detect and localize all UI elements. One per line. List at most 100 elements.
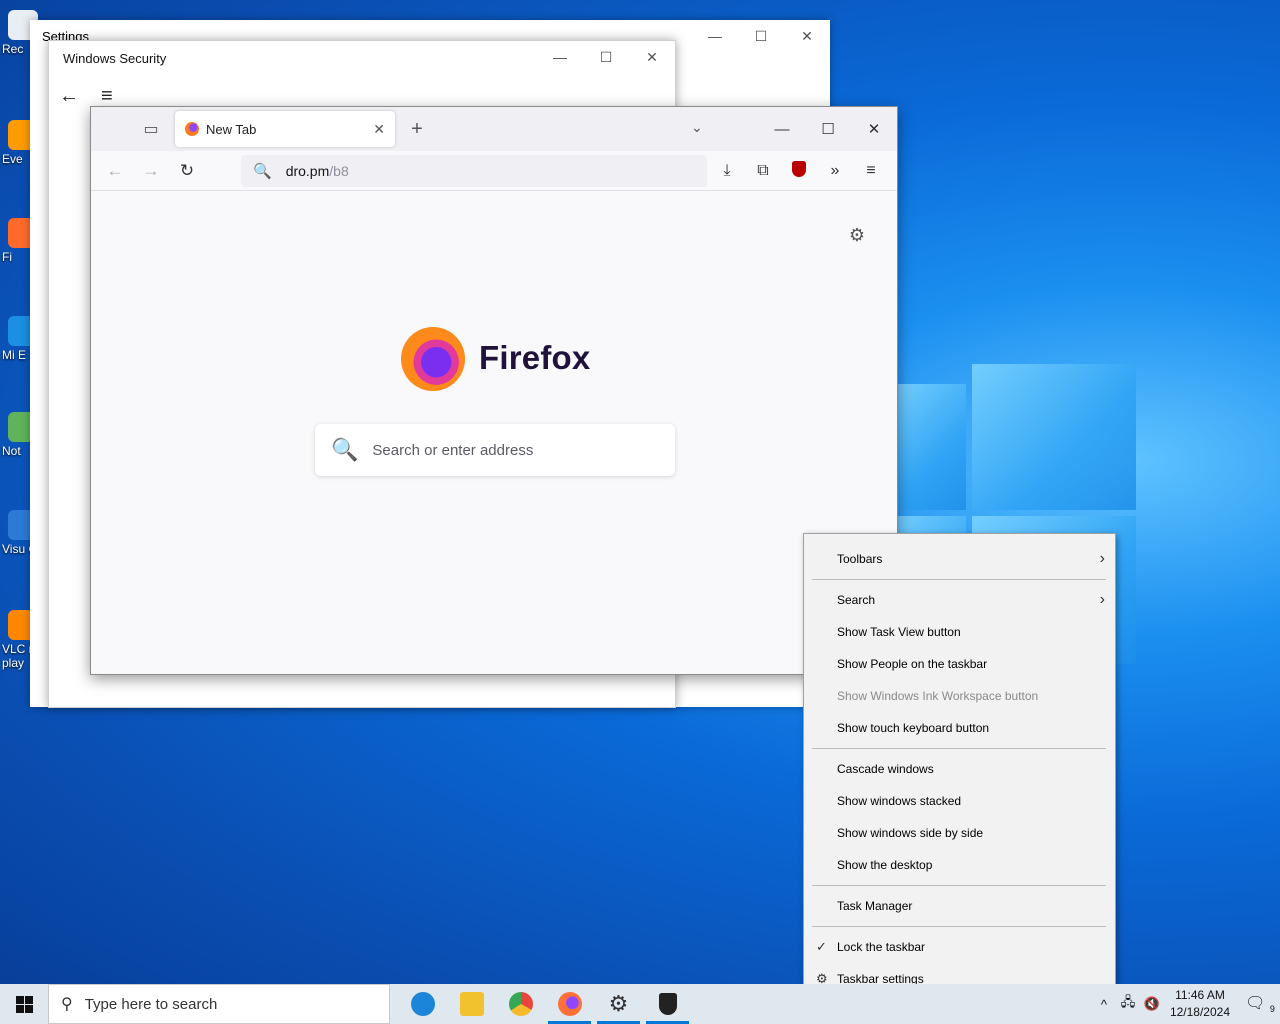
new-tab-button[interactable]: + [407,118,427,141]
taskbar-app-file-explorer[interactable] [447,984,496,1024]
close-button[interactable]: ✕ [629,41,675,73]
url-path: /b8 [329,163,349,179]
list-all-tabs-icon[interactable]: ⌄ [691,119,703,136]
menu-item-label: Task Manager [837,899,913,913]
menu-item-label: Show the desktop [837,858,933,872]
menu-item-label: Show Windows Ink Workspace button [837,689,1039,703]
firefox-logo-icon [401,327,465,391]
close-button[interactable]: ✕ [851,107,897,151]
menu-item-label: Lock the taskbar [837,940,926,954]
firefox-wordmark: Firefox [479,339,591,376]
firefox-favicon-icon [185,122,199,136]
taskbar-app-chrome[interactable] [496,984,545,1024]
menu-item-label: Search [837,593,876,607]
menu-item-search[interactable]: Search › [804,584,1115,616]
shield-icon [658,993,677,1015]
tab-label: New Tab [206,121,257,137]
downloads-icon[interactable]: ⤓ [709,162,745,180]
desktop-icon-label: Rec [2,42,24,56]
notification-count-badge: 9 [1269,1004,1275,1015]
taskbar-app-windows-security[interactable] [643,984,692,1024]
maximize-button[interactable]: ☐ [805,107,851,151]
desktop-icon-label: Fi [2,250,12,264]
maximize-button[interactable]: ☐ [738,20,784,52]
menu-item-lock-taskbar[interactable]: ✓ Lock the taskbar [804,931,1115,963]
search-icon: 🔍 [331,437,359,462]
close-button[interactable]: ✕ [784,20,830,52]
search-icon: ⚲ [61,996,73,1013]
chrome-icon [508,992,533,1016]
page-settings-gear-icon[interactable]: ⚙ [849,225,865,246]
minimize-button[interactable]: — [537,41,583,73]
taskbar-search-box[interactable]: ⚲ Type here to search [48,984,390,1024]
menu-item-side-by-side[interactable]: Show windows side by side [804,817,1115,849]
back-arrow-icon[interactable]: ← [59,85,79,108]
taskbar-app-edge[interactable] [398,984,447,1024]
desktop-icon-label: Mi E [2,348,26,362]
app-menu-icon[interactable]: ≡ [853,162,889,180]
search-placeholder: Search or enter address [372,441,534,459]
clock-date: 12/18/2024 [1169,1005,1230,1019]
maximize-button[interactable]: ☐ [583,41,629,73]
url-host: dro.pm [285,163,330,179]
desktop-icon-label: Eve [2,152,23,166]
taskbar-app-settings[interactable]: ⚙ [594,984,643,1024]
new-tab-page: ⚙ Firefox 🔍 Search or enter address [91,191,897,674]
menu-item-label: Show People on the taskbar [837,657,988,671]
windows-logo-pane [972,364,1136,510]
folder-icon [459,992,484,1016]
edge-icon [410,992,435,1016]
taskbar-app-firefox[interactable] [545,984,594,1024]
url-bar[interactable]: 🔍 dro.pm/b8 [241,155,707,187]
show-hidden-icons-chevron-icon[interactable]: ^ [1092,997,1116,1012]
menu-item-windows-stacked[interactable]: Show windows stacked [804,785,1115,817]
menu-item-show-touch-keyboard[interactable]: Show touch keyboard button [804,712,1115,744]
taskbar-clock[interactable]: 11:46 AM 12/18/2024 [1170,987,1230,1021]
navigation-toolbar: ← → ↻ 🔍 dro.pm/b8 ⤓ ⧉ » ≡ [91,151,897,191]
checkmark-icon: ✓ [816,939,827,954]
menu-item-label: Toolbars [837,552,883,566]
menu-item-task-manager[interactable]: Task Manager [804,890,1115,922]
hamburger-menu-icon[interactable]: ≡ [101,85,113,108]
windows-logo-icon [15,995,33,1013]
windows-logo-pane [898,384,966,510]
menu-separator [812,926,1106,927]
back-button[interactable]: ← [97,161,133,181]
window-controls: — ☐ ✕ [759,107,897,151]
menu-item-show-desktop[interactable]: Show the desktop [804,849,1115,881]
menu-item-label: Show Task View button [837,625,961,639]
tab-strip: ▭ New Tab ✕ + ⌄ — ☐ ✕ [91,107,897,151]
menu-item-toolbars[interactable]: Toolbars › [804,543,1115,575]
firefox-window[interactable]: ▭ New Tab ✕ + ⌄ — ☐ ✕ ← → ↻ 🔍 dro.pm/b8 … [90,106,898,675]
menu-item-show-task-view[interactable]: Show Task View button [804,616,1115,648]
menu-item-cascade-windows[interactable]: Cascade windows [804,753,1115,785]
reload-button[interactable]: ↻ [169,161,205,181]
clock-time: 11:46 AM [1175,988,1225,1002]
firefox-view-icon[interactable]: ▭ [129,107,173,151]
search-input[interactable]: 🔍 Search or enter address [315,424,675,476]
taskbar[interactable]: ⚲ Type here to search ⚙ ^ 🖧 🔇 11:46 AM 1… [0,984,1280,1024]
tab-new-tab[interactable]: New Tab ✕ [175,111,395,147]
taskbar-context-menu: Toolbars › Search › Show Task View butto… [803,533,1116,1002]
minimize-button[interactable]: — [759,107,805,151]
menu-item-show-people[interactable]: Show People on the taskbar [804,648,1115,680]
notification-icon: 🗨 [1245,995,1266,1013]
start-button[interactable] [0,984,48,1024]
network-icon[interactable]: 🖧 [1116,993,1140,1015]
minimize-button[interactable]: — [692,20,738,52]
chevron-right-icon: › [1099,550,1105,567]
forward-button[interactable]: → [133,161,169,181]
volume-muted-icon[interactable]: 🔇 [1140,996,1164,1012]
chevron-right-icon: › [1099,591,1105,608]
tab-close-icon[interactable]: ✕ [373,121,385,138]
menu-separator [812,579,1106,580]
extensions-icon[interactable]: ⧉ [745,162,781,180]
action-center-button[interactable]: 🗨 9 [1240,993,1280,1014]
overflow-menu-icon[interactable]: » [817,162,853,180]
security-nav: ← ≡ [59,85,113,108]
menu-item-label: Cascade windows [837,762,934,776]
window-controls: — ☐ ✕ [537,41,675,73]
menu-item-label: Show windows side by side [837,826,984,840]
ublock-origin-icon[interactable] [781,160,817,182]
menu-separator [812,885,1106,886]
